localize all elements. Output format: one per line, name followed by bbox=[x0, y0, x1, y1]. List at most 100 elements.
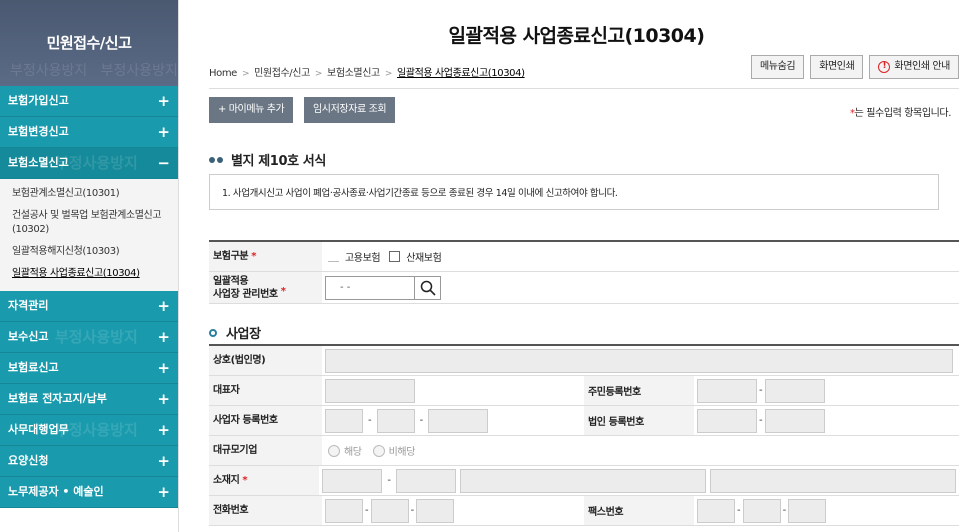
plus-icon: + bbox=[157, 297, 170, 315]
address-input[interactable] bbox=[460, 468, 706, 493]
resident-no-front-input[interactable] bbox=[697, 378, 757, 403]
insurance-type-row: 보험구분 * 고용보험 산재보험 bbox=[209, 242, 959, 272]
bullet-dots-icon bbox=[209, 156, 223, 163]
submenu: 보험관계소멸신고(10301) 건설공사 및 벌목업 보험관계소멸신고(1030… bbox=[0, 179, 178, 291]
menu-wage-report[interactable]: 보수신고 부정사용방지 + bbox=[0, 322, 178, 353]
workplace-section-title: 사업장 bbox=[209, 323, 261, 342]
menu-insurance-termination[interactable]: 보험소멸신고 부정사용방지 − bbox=[0, 148, 178, 179]
zipcode-input[interactable] bbox=[322, 468, 383, 493]
search-icon bbox=[420, 280, 436, 296]
fax-input-1[interactable] bbox=[697, 498, 735, 523]
breadcrumb: Home > 민원접수/신고 > 보험소멸신고 > 일괄적용 사업종료신고(10304) bbox=[209, 64, 525, 79]
sidebar-header: 민원접수/신고 부정사용방지 부정사용방지 bbox=[0, 0, 178, 86]
chevron-right-icon: > bbox=[384, 69, 393, 79]
required-note: *는 필수입력 항목입니다. bbox=[850, 104, 951, 119]
menu-label: 보험료 전자고지/납부 bbox=[8, 392, 107, 405]
employment-insurance-label: 고용보험 bbox=[345, 253, 381, 264]
menu-label: 자격관리 bbox=[8, 299, 49, 312]
large-company-cell: 해당 비해당 bbox=[322, 436, 959, 465]
watermark: 부정사용방지 bbox=[55, 328, 138, 346]
menu-insurance-change[interactable]: 보험변경신고 + bbox=[0, 117, 178, 148]
resident-no-label: 주민등록번호 bbox=[584, 376, 694, 405]
menu-label: 보험가입신고 bbox=[8, 94, 69, 107]
plus-icon: + bbox=[157, 421, 170, 439]
resident-no-back-input[interactable] bbox=[764, 378, 825, 403]
menu-premium-report[interactable]: 보험료신고 + bbox=[0, 353, 178, 384]
temp-saved-lookup-button[interactable]: 임시저장자료 조회 bbox=[304, 97, 396, 123]
workplace-section-title-text: 사업장 bbox=[226, 327, 261, 342]
sidebar-title: 민원접수/신고 bbox=[46, 34, 132, 52]
notice-box: 1. 사업개시신고 사업이 폐업·공사종료·사업기간종료 등으로 종료된 경우 … bbox=[209, 174, 939, 210]
add-my-menu-button[interactable]: + 마이메뉴 추가 bbox=[209, 97, 294, 123]
trade-name-input[interactable] bbox=[325, 348, 953, 373]
dash: - bbox=[759, 415, 763, 426]
menu-agency-work[interactable]: 사무대행업무 부정사용방지 + bbox=[0, 415, 178, 446]
menu-insurance-join[interactable]: 보험가입신고 + bbox=[0, 86, 178, 117]
submenu-item-10303[interactable]: 일괄적용해지신청(10303) bbox=[0, 241, 178, 263]
phone-input-2[interactable] bbox=[370, 498, 409, 523]
label-text: 일괄적용 사업장 관리번호 bbox=[213, 275, 278, 300]
app-root: 민원접수/신고 부정사용방지 부정사용방지 보험가입신고 + 보험변경신고 + … bbox=[0, 0, 973, 532]
phone-input-3[interactable] bbox=[416, 498, 455, 523]
large-company-yes-label: 해당 bbox=[344, 447, 362, 458]
menu-care-request[interactable]: 요양신청 + bbox=[0, 446, 178, 477]
breadcrumb-home[interactable]: Home bbox=[209, 68, 237, 79]
insurance-type-label: 보험구분 * bbox=[209, 242, 322, 271]
corp-reg-front-input[interactable] bbox=[697, 408, 757, 433]
biz-reg-input-1[interactable] bbox=[325, 408, 363, 433]
large-company-row: 대규모기업 해당 비해당 bbox=[209, 436, 959, 466]
industrial-insurance-checkbox[interactable] bbox=[389, 251, 401, 262]
dash: - bbox=[759, 385, 763, 396]
dash: - bbox=[365, 505, 369, 516]
label-text: 소재지 bbox=[213, 475, 240, 486]
fax-input-2[interactable] bbox=[742, 498, 781, 523]
submenu-item-10304[interactable]: 일괄적용 사업종료신고(10304) bbox=[0, 263, 178, 285]
address-row: 소재지 * - bbox=[209, 466, 959, 496]
phone-input-1[interactable] bbox=[325, 498, 363, 523]
plus-icon: + bbox=[157, 390, 170, 408]
insurance-type-cell: 고용보험 산재보험 bbox=[322, 242, 959, 271]
biz-reg-input-2[interactable] bbox=[376, 408, 415, 433]
print-button[interactable]: 화면인쇄 bbox=[810, 55, 864, 79]
bullet-ring-icon bbox=[209, 328, 217, 337]
employment-insurance-checkbox[interactable] bbox=[328, 251, 339, 262]
hide-menu-button[interactable]: 메뉴숨김 bbox=[751, 55, 805, 79]
biz-reg-input-3[interactable] bbox=[428, 408, 489, 433]
large-company-no-radio[interactable] bbox=[372, 444, 385, 457]
corp-reg-back-input[interactable] bbox=[764, 408, 825, 433]
search-button[interactable] bbox=[415, 275, 441, 300]
menu-qualification[interactable]: 자격관리 + bbox=[0, 291, 178, 322]
mgmt-no-cell: - - bbox=[322, 272, 959, 303]
mgmt-no-input[interactable]: - - bbox=[325, 275, 415, 300]
chevron-right-icon: > bbox=[314, 69, 323, 79]
insurance-table: 보험구분 * 고용보험 산재보험 일괄적용 사업장 관리번호 * - - bbox=[209, 240, 959, 304]
menu-e-billing[interactable]: 보험료 전자고지/납부 + bbox=[0, 384, 178, 415]
required-star: * bbox=[251, 251, 257, 262]
trade-name-cell bbox=[322, 346, 959, 375]
representative-label: 대표자 bbox=[209, 376, 322, 405]
zipcode-input-2[interactable] bbox=[396, 468, 456, 493]
plus-icon: + bbox=[157, 123, 170, 141]
breadcrumb-current[interactable]: 일괄적용 사업종료신고(10304) bbox=[397, 68, 525, 79]
large-company-no-label: 비해당 bbox=[388, 447, 416, 458]
corp-reg-cell: - bbox=[694, 406, 959, 435]
menu-label: 보수신고 bbox=[8, 330, 49, 343]
breadcrumb-item[interactable]: 보험소멸신고 bbox=[327, 68, 380, 79]
fax-cell: - - bbox=[694, 496, 959, 525]
large-company-label: 대규모기업 bbox=[209, 436, 322, 465]
divider bbox=[209, 88, 959, 89]
representative-input[interactable] bbox=[325, 378, 415, 403]
address-detail-input[interactable] bbox=[710, 468, 956, 493]
large-company-yes-radio[interactable] bbox=[328, 444, 340, 457]
fax-input-3[interactable] bbox=[788, 498, 827, 523]
corp-reg-label: 법인 등록번호 bbox=[584, 406, 694, 435]
resident-no-cell: - bbox=[694, 376, 959, 405]
submenu-item-10302[interactable]: 건설공사 및 벌목업 보험관계소멸신고(10302) bbox=[0, 205, 178, 241]
page-title: 일괄적용 사업종료신고(10304) bbox=[448, 25, 705, 47]
plus-icon: + bbox=[157, 452, 170, 470]
submenu-item-10301[interactable]: 보험관계소멸신고(10301) bbox=[0, 183, 178, 205]
breadcrumb-item[interactable]: 민원접수/신고 bbox=[254, 68, 310, 79]
print-guide-button[interactable]: ! 화면인쇄 안내 bbox=[869, 55, 959, 79]
fax-label: 팩스번호 bbox=[584, 496, 694, 525]
menu-labor-provider-artist[interactable]: 노무제공자 • 예술인 + bbox=[0, 477, 178, 508]
